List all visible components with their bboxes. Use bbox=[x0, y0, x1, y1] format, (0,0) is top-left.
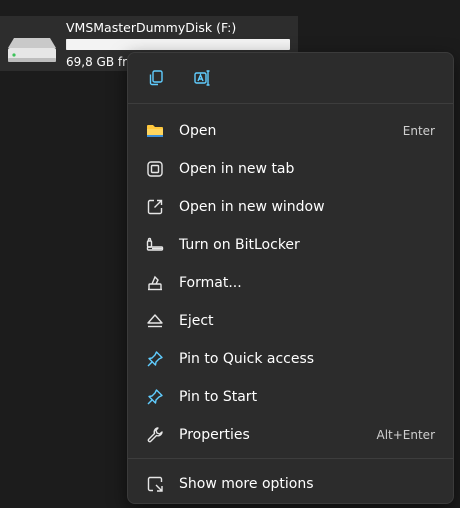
show-more-options-icon bbox=[146, 475, 164, 493]
menu-item-label: Pin to Quick access bbox=[179, 351, 315, 367]
drive-capacity-bar bbox=[66, 39, 290, 50]
menu-item-shortcut: Enter bbox=[402, 124, 435, 138]
menu-item-label: Open in new window bbox=[179, 199, 325, 215]
eject-icon bbox=[146, 312, 164, 330]
menu-item-format[interactable]: Format... bbox=[134, 265, 447, 301]
folder-icon bbox=[146, 122, 164, 140]
new-window-icon bbox=[146, 198, 164, 216]
menu-item-open-in-new-tab[interactable]: Open in new tab bbox=[134, 151, 447, 187]
menu-separator bbox=[128, 458, 453, 459]
new-tab-icon bbox=[146, 160, 164, 178]
pin-icon bbox=[146, 350, 164, 368]
menu-item-show-more-options[interactable]: Show more options bbox=[134, 466, 447, 502]
menu-item-turn-on-bitlocker[interactable]: Turn on BitLocker bbox=[134, 227, 447, 263]
hard-drive-icon bbox=[6, 36, 58, 66]
copy-button[interactable] bbox=[143, 65, 169, 91]
copy-icon bbox=[147, 69, 165, 87]
bitlocker-key-icon bbox=[146, 236, 164, 254]
menu-item-open-in-new-window[interactable]: Open in new window bbox=[134, 189, 447, 225]
menu-item-label: Format... bbox=[179, 275, 242, 291]
context-menu: Open Enter Open in new tab Open in new w… bbox=[127, 52, 454, 504]
menu-item-label: Open bbox=[179, 123, 217, 139]
menu-item-label: Properties bbox=[179, 427, 250, 443]
menu-item-label: Pin to Start bbox=[179, 389, 258, 405]
format-icon bbox=[146, 274, 164, 292]
menu-separator bbox=[128, 103, 453, 104]
rename-icon bbox=[193, 69, 211, 87]
menu-item-open[interactable]: Open Enter bbox=[134, 113, 447, 149]
menu-item-label: Eject bbox=[179, 313, 214, 329]
menu-item-pin-to-quick-access[interactable]: Pin to Quick access bbox=[134, 341, 447, 377]
menu-item-properties[interactable]: Properties Alt+Enter bbox=[134, 417, 447, 453]
pin-icon bbox=[146, 388, 164, 406]
menu-item-label: Open in new tab bbox=[179, 161, 295, 177]
drive-name: VMSMasterDummyDisk (F:) bbox=[66, 20, 237, 35]
menu-item-shortcut: Alt+Enter bbox=[376, 428, 435, 442]
menu-item-eject[interactable]: Eject bbox=[134, 303, 447, 339]
properties-wrench-icon bbox=[146, 426, 164, 444]
quick-actions-bar bbox=[128, 53, 453, 103]
menu-item-label: Turn on BitLocker bbox=[179, 237, 300, 253]
rename-button[interactable] bbox=[189, 65, 215, 91]
menu-item-pin-to-start[interactable]: Pin to Start bbox=[134, 379, 447, 415]
menu-item-label: Show more options bbox=[179, 476, 314, 492]
